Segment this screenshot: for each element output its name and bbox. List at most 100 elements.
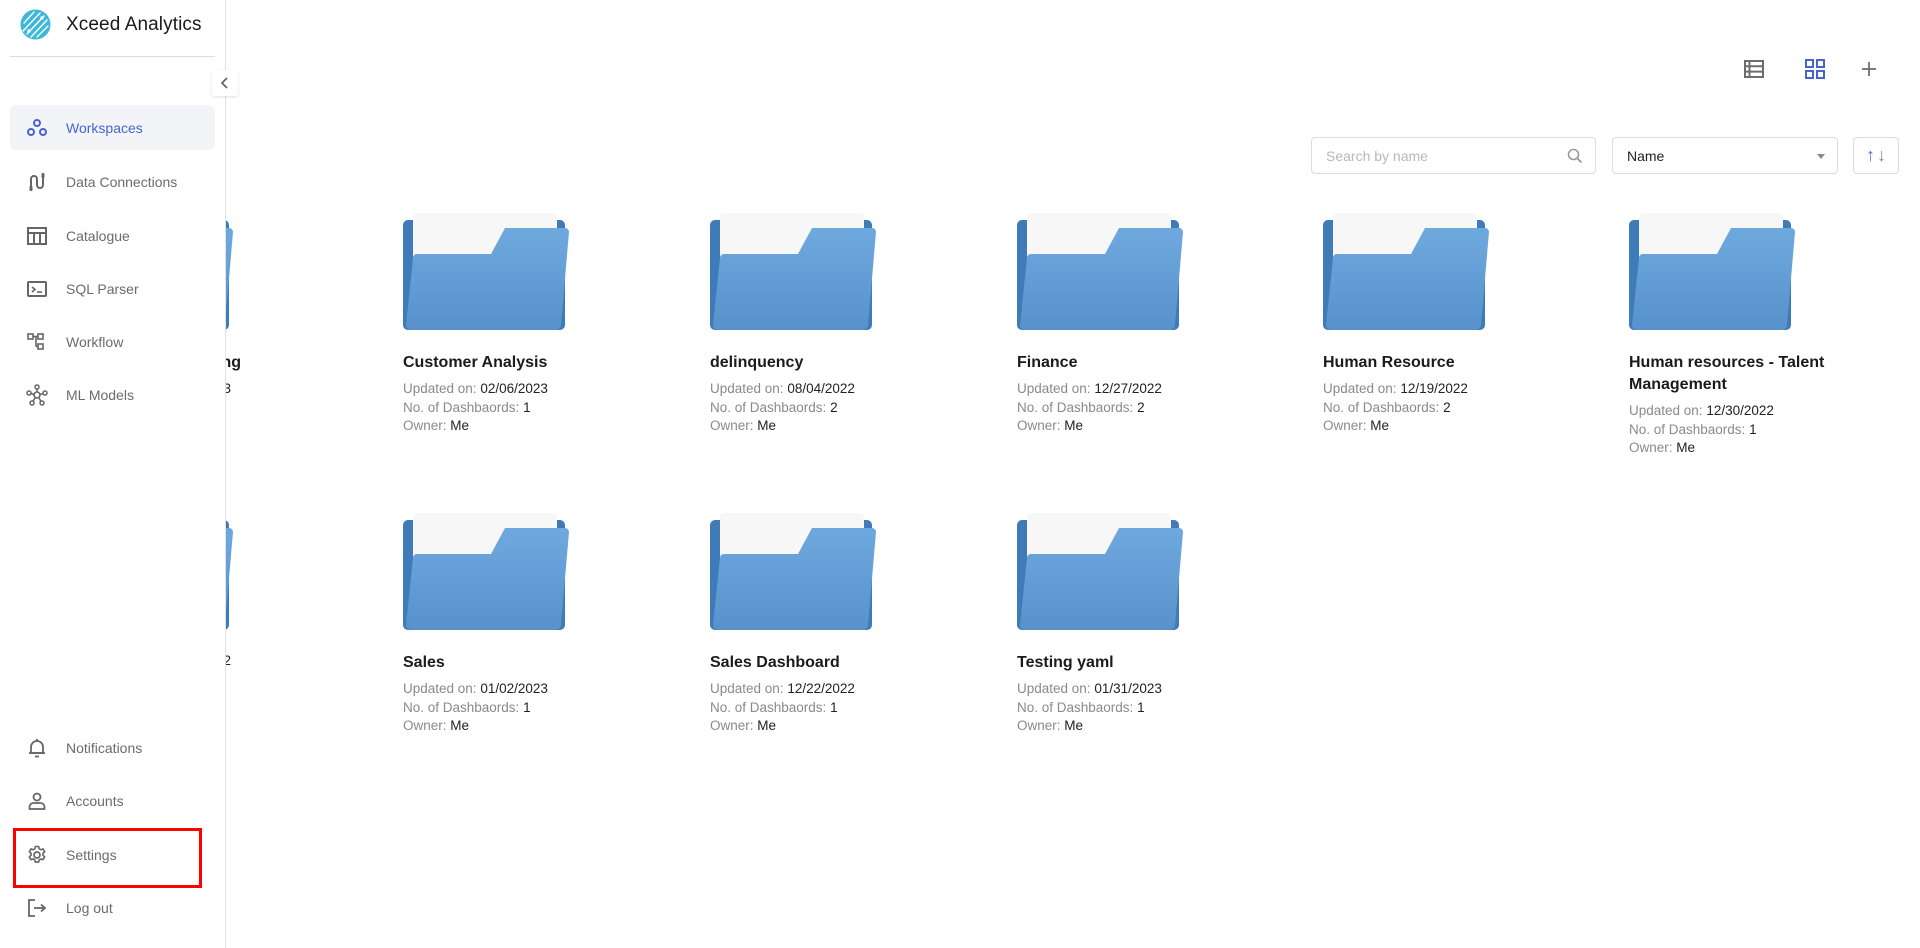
folder-thumbnail — [710, 212, 880, 332]
search-icon — [1567, 148, 1583, 164]
workspace-title: Sales Dashboard — [710, 654, 840, 671]
folder-icon — [1017, 513, 1183, 630]
workspace-card[interactable]: Human resources - Talent Management Upda… — [1629, 212, 1879, 458]
terminal-icon — [25, 277, 49, 301]
main-content: es Name ↑ ↓ — [0, 0, 1920, 948]
sidebar-item-data-connections[interactable]: Data Connections — [10, 159, 215, 204]
owner: Owner: Me — [1323, 418, 1390, 433]
dashboard-count: No. of Dashbaords: 1 — [710, 699, 838, 715]
owner: Owner: Me — [403, 418, 470, 433]
workspace-card[interactable]: Sales Updated on: 01/02/2023 No. of Dash… — [403, 512, 653, 736]
catalogue-icon — [25, 224, 49, 248]
sidebar-item-notifications[interactable]: Notifications — [10, 725, 215, 770]
folder-icon — [403, 513, 569, 630]
search-field[interactable] — [1311, 137, 1596, 174]
sidebar-item-label: SQL Parser — [66, 280, 139, 297]
updated-on: Updated on: 12/19/2022 — [1323, 381, 1468, 396]
ml-models-icon — [25, 383, 49, 407]
workspace-title: Sales — [403, 654, 445, 671]
updated-on: Updated on: 08/04/2022 — [710, 381, 855, 396]
updated-on: Updated on: 02/06/2023 — [403, 381, 548, 396]
logout-icon — [25, 896, 49, 920]
dashboard-count: No. of Dashbaords: 2 — [710, 399, 838, 415]
list-view-button[interactable] — [1741, 56, 1767, 82]
workspace-meta: Updated on: 12/19/2022 No. of Dashbaords… — [1323, 380, 1573, 436]
sort-by-select[interactable]: Name — [1612, 137, 1838, 174]
workspace-meta: Updated on: 12/27/2022 No. of Dashbaords… — [1017, 380, 1267, 436]
workspace-card[interactable]: Customer Analysis Updated on: 02/06/2023… — [403, 212, 653, 436]
workspace-title: Testing yaml — [1017, 654, 1114, 671]
workspaces-icon — [25, 116, 49, 140]
folder-icon — [1323, 213, 1489, 330]
sidebar-item-label: Notifications — [66, 739, 143, 756]
folder-thumbnail — [1323, 212, 1493, 332]
search-input[interactable] — [1312, 138, 1552, 173]
user-icon — [25, 789, 49, 813]
bell-icon — [25, 736, 49, 760]
workspace-title: Human Resource — [1323, 354, 1455, 371]
brand[interactable]: Xceed Analytics — [20, 9, 202, 40]
sidebar-item-label: Accounts — [66, 792, 124, 809]
sidebar-item-label: Catalogue — [66, 227, 130, 244]
folder-thumbnail — [1017, 512, 1187, 632]
workspace-meta: Updated on: 12/30/2022 No. of Dashbaords… — [1629, 402, 1879, 458]
owner: Owner: Me — [403, 718, 470, 733]
owner: Owner: Me — [710, 418, 777, 433]
sort-direction-button[interactable]: ↑ ↓ — [1853, 137, 1899, 174]
workspace-meta: Updated on: 08/04/2022 No. of Dashbaords… — [710, 380, 960, 436]
workspace-card[interactable]: delinquency Updated on: 08/04/2022 No. o… — [710, 212, 960, 436]
plus-icon — [1862, 62, 1876, 76]
workspace-card[interactable]: Testing yaml Updated on: 01/31/2023 No. … — [1017, 512, 1267, 736]
arrow-up-icon: ↑ — [1866, 145, 1875, 165]
workspace-title: Customer Analysis — [403, 354, 548, 371]
workspace-meta: Updated on: 01/31/2023 No. of Dashbaords… — [1017, 680, 1267, 736]
workspace-card[interactable]: Human Resource Updated on: 12/19/2022 No… — [1323, 212, 1573, 436]
app-name: Xceed Analytics — [66, 13, 202, 35]
dashboard-count: No. of Dashbaords: 1 — [403, 399, 531, 415]
folder-icon — [1017, 213, 1183, 330]
sidebar-item-label: Settings — [66, 846, 117, 863]
sidebar-item-settings[interactable]: Settings — [10, 832, 215, 877]
folder-icon — [403, 213, 569, 330]
folder-thumbnail — [1017, 212, 1187, 332]
grid-view-button[interactable] — [1802, 56, 1828, 82]
sidebar-item-accounts[interactable]: Accounts — [10, 778, 215, 823]
owner: Owner: Me — [710, 718, 777, 733]
list-view-icon — [1744, 60, 1764, 78]
dashboard-count: No. of Dashbaords: 2 — [1017, 399, 1145, 415]
folder-icon — [710, 213, 876, 330]
divider — [10, 56, 215, 57]
sidebar-item-logout[interactable]: Log out — [10, 885, 215, 930]
workspace-meta: Updated on: 02/06/2023 No. of Dashbaords… — [403, 380, 653, 436]
sidebar-item-sql-parser[interactable]: SQL Parser — [10, 266, 215, 311]
sidebar-item-label: Data Connections — [66, 173, 178, 190]
workspace-card[interactable]: Sales Dashboard Updated on: 12/22/2022 N… — [710, 512, 960, 736]
dashboard-count: No. of Dashbaords: 1 — [403, 699, 531, 715]
updated-on: Updated on: 01/31/2023 — [1017, 681, 1162, 696]
workspace-title: Finance — [1017, 354, 1078, 371]
collapse-sidebar-button[interactable] — [212, 70, 238, 96]
workspace-card[interactable]: Finance Updated on: 12/27/2022 No. of Da… — [1017, 212, 1267, 436]
workspace-meta: Updated on: 01/02/2023 No. of Dashbaords… — [403, 680, 653, 736]
sidebar-item-workflow[interactable]: Workflow — [10, 319, 215, 364]
workspace-title: delinquency — [710, 354, 804, 371]
updated-on: Updated on: 12/30/2022 — [1629, 403, 1774, 418]
dashboard-count: No. of Dashbaords: 2 — [1323, 399, 1451, 415]
sort-by-value: Name — [1627, 148, 1665, 164]
gear-icon — [25, 843, 49, 867]
add-workspace-button[interactable] — [1856, 56, 1882, 82]
logo-icon — [20, 9, 51, 40]
sidebar-item-ml-models[interactable]: ML Models — [10, 372, 215, 417]
owner: Owner: Me — [1017, 418, 1084, 433]
sidebar-item-catalogue[interactable]: Catalogue — [10, 213, 215, 258]
workspace-title: Human resources - Talent Management — [1629, 354, 1825, 393]
sidebar-item-label: Workspaces — [66, 119, 143, 136]
folder-thumbnail — [1629, 212, 1799, 332]
workspace-meta: Updated on: 12/22/2022 No. of Dashbaords… — [710, 680, 960, 736]
chevron-left-icon — [220, 77, 228, 89]
sidebar-item-label: Workflow — [66, 333, 124, 350]
sidebar-item-workspaces[interactable]: Workspaces — [10, 105, 215, 150]
workflow-icon — [25, 330, 49, 354]
dashboard-count: No. of Dashbaords: 1 — [1629, 421, 1757, 437]
folder-icon — [710, 513, 876, 630]
